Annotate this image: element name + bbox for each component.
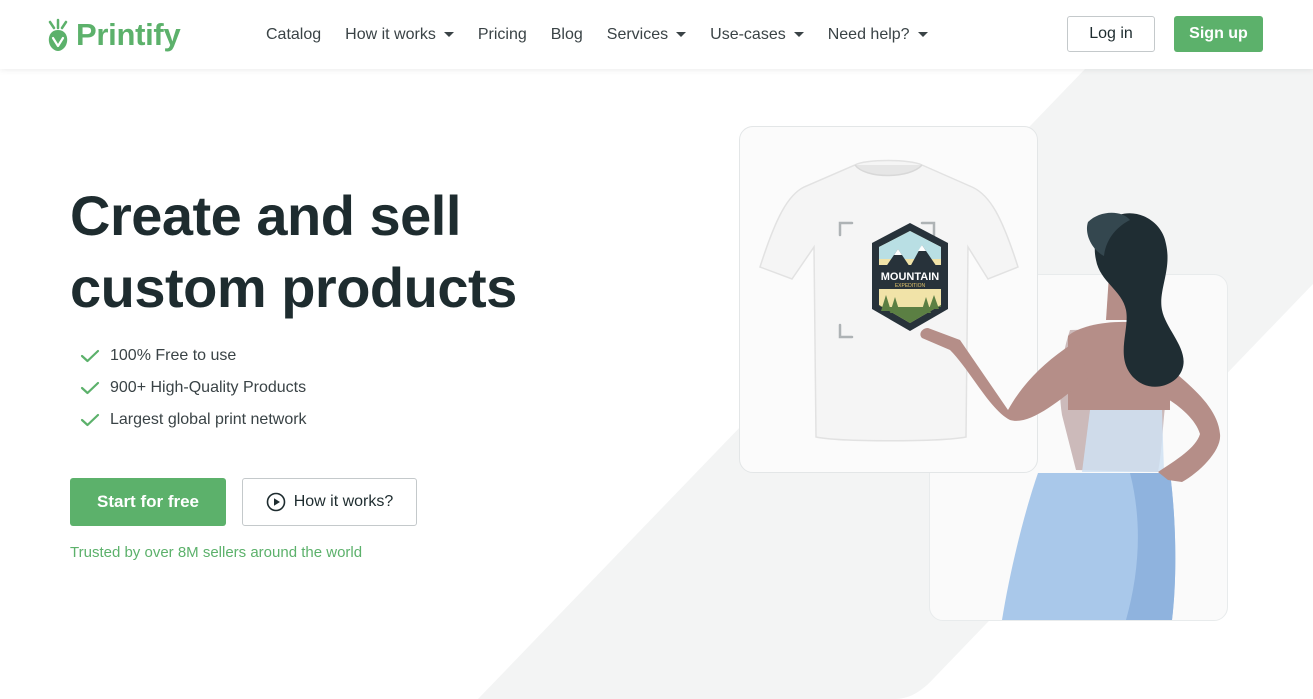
feature-list: 100% Free to use 900+ High-Quality Produ… — [80, 340, 307, 436]
signup-button[interactable]: Sign up — [1174, 16, 1263, 52]
nav-item-label: Pricing — [477, 25, 527, 43]
play-circle-icon — [266, 492, 286, 512]
check-icon — [80, 349, 100, 363]
nav-item-label: How it works — [345, 25, 436, 43]
caret-down-icon — [443, 32, 454, 37]
brand-name: Printify — [76, 17, 181, 52]
nav-item-need-help[interactable]: Need help? — [828, 26, 928, 44]
hero-title: Create and sell custom products — [70, 180, 630, 324]
nav-item-label: Services — [606, 25, 669, 43]
start-for-free-button[interactable]: Start for free — [70, 478, 226, 526]
woman-illustration — [920, 212, 1221, 620]
site-header: Printify Catalog How it works Pricing Bl… — [0, 0, 1313, 69]
printify-logo[interactable]: Printify — [46, 16, 181, 54]
nav-item-label: Need help? — [827, 25, 910, 43]
check-icon — [80, 381, 100, 395]
main-nav: Catalog How it works Pricing Blog Servic… — [266, 0, 952, 69]
hero-title-line: Create and sell — [70, 184, 461, 247]
check-icon — [80, 413, 100, 427]
nav-item-label: Blog — [550, 25, 583, 43]
feature-text: Largest global print network — [110, 411, 307, 428]
nav-item-services[interactable]: Services — [606, 25, 687, 44]
nav-item-pricing[interactable]: Pricing — [478, 26, 527, 44]
caret-down-icon — [793, 32, 804, 37]
nav-item-label: Catalog — [266, 25, 322, 43]
hero-title-line: custom products — [70, 256, 517, 319]
nav-item-use-cases[interactable]: Use-cases — [710, 26, 804, 44]
login-button[interactable]: Log in — [1067, 16, 1155, 52]
caret-down-icon — [917, 32, 928, 37]
feature-text: 900+ High-Quality Products — [110, 379, 307, 396]
nav-item-blog[interactable]: Blog — [551, 26, 583, 44]
feature-item: Largest global print network — [80, 404, 307, 436]
trusted-by-text: Trusted by over 8M sellers around the wo… — [70, 544, 363, 561]
feature-text: 100% Free to use — [110, 347, 237, 364]
feature-item: 900+ High-Quality Products — [80, 372, 307, 404]
feature-item: 100% Free to use — [80, 340, 307, 372]
nav-item-label: Use-cases — [710, 25, 786, 43]
caret-down-icon — [676, 32, 687, 37]
printify-logo-icon — [48, 18, 68, 51]
how-it-works-button[interactable]: How it works? — [242, 478, 417, 526]
nav-item-how-it-works[interactable]: How it works — [345, 26, 454, 44]
how-it-works-label: How it works? — [293, 493, 394, 510]
nav-item-catalog[interactable]: Catalog — [266, 26, 321, 44]
